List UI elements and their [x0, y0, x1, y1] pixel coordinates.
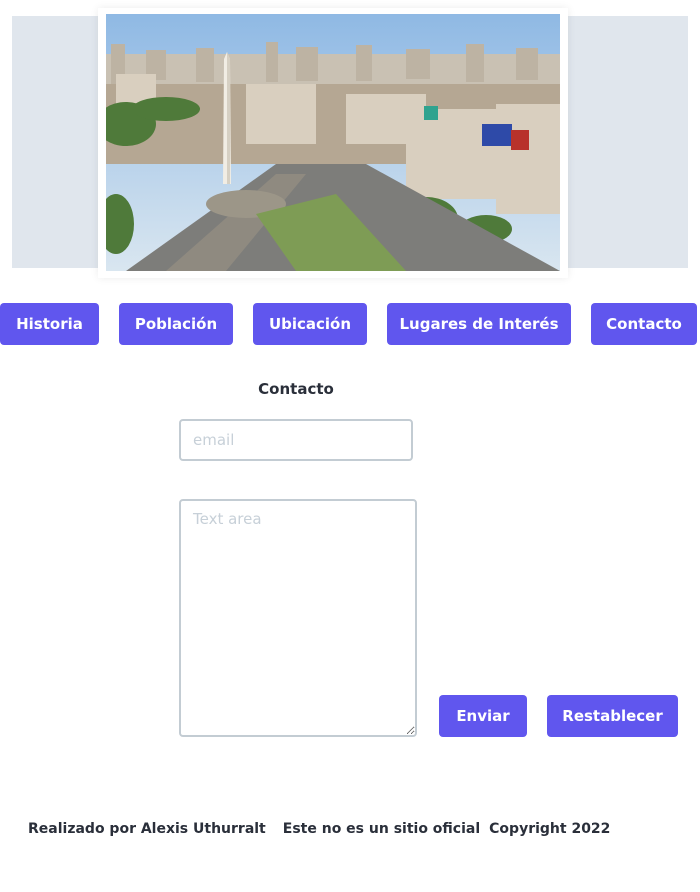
footer-disclaimer: Este no es un sitio oficial [282, 821, 481, 837]
nav-contacto-button[interactable]: Contacto [591, 303, 697, 345]
page: Historia Población Ubicación Lugares de … [0, 0, 700, 892]
nav-lugares-button[interactable]: Lugares de Interés [387, 303, 571, 345]
email-field[interactable] [179, 419, 413, 461]
footer-author: Realizado por Alexis Uthurralt [28, 821, 266, 837]
contact-form-title: Contacto [258, 380, 334, 398]
footer-copyright: Copyright 2022 [489, 821, 611, 837]
nav-historia-button[interactable]: Historia [0, 303, 99, 345]
nav-ubicacion-button[interactable]: Ubicación [253, 303, 367, 345]
message-textarea[interactable] [179, 499, 417, 737]
footer: Realizado por Alexis Uthurralt Este no e… [28, 821, 610, 837]
submit-button[interactable]: Enviar [439, 695, 527, 737]
nav-poblacion-button[interactable]: Población [119, 303, 233, 345]
reset-button[interactable]: Restablecer [547, 695, 678, 737]
hero-image [106, 14, 560, 271]
